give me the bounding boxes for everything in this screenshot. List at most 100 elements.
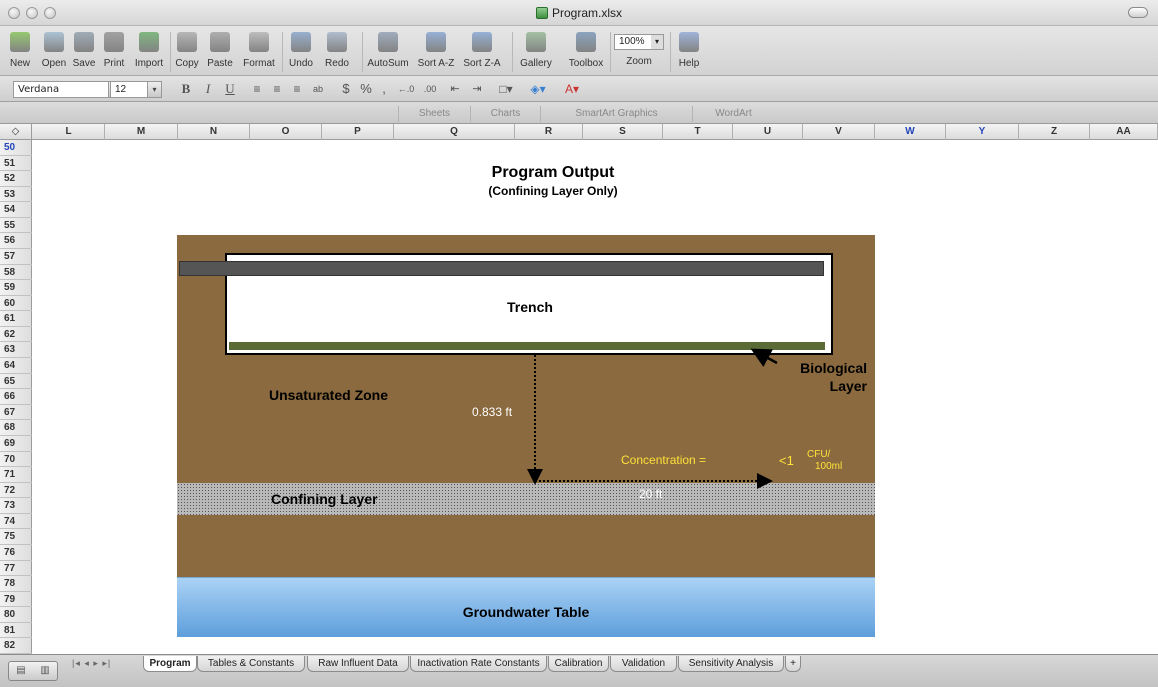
row-header-55[interactable]: 55 (0, 218, 32, 234)
fill-color-icon[interactable]: ◈▾ (524, 80, 552, 98)
comma-style-button[interactable]: , (378, 80, 390, 98)
row-header-80[interactable]: 80 (0, 607, 32, 623)
italic-button[interactable]: I (200, 80, 216, 98)
row-header-69[interactable]: 69 (0, 436, 32, 452)
row-header-54[interactable]: 54 (0, 202, 32, 218)
font-color-icon[interactable]: A▾ (558, 80, 586, 98)
add-sheet-button[interactable]: + (785, 656, 801, 672)
sheet-navigation-arrows[interactable]: |◂ ◂ ▸ ▸| (72, 658, 111, 669)
row-header-53[interactable]: 53 (0, 187, 32, 203)
sheet-tab-tables-constants[interactable]: Tables & Constants (197, 656, 305, 672)
row-header-60[interactable]: 60 (0, 296, 32, 312)
align-center-icon[interactable]: ≡ (268, 80, 286, 98)
row-header-61[interactable]: 61 (0, 311, 32, 327)
page-layout-view-icon[interactable]: ▥ (33, 662, 57, 680)
autosum-button[interactable]: AutoSum (365, 28, 411, 74)
column-header-r[interactable]: R (515, 124, 583, 140)
gallery-tab-charts[interactable]: Charts (470, 106, 540, 122)
row-header-64[interactable]: 64 (0, 358, 32, 374)
percent-button[interactable]: % (358, 80, 374, 98)
column-header-v[interactable]: V (803, 124, 875, 140)
row-header-78[interactable]: 78 (0, 576, 32, 592)
column-header-s[interactable]: S (583, 124, 663, 140)
save-button[interactable]: Save (70, 28, 98, 74)
gallery-tab-sheets[interactable]: Sheets (398, 106, 470, 122)
row-header-57[interactable]: 57 (0, 249, 32, 265)
column-header-y[interactable]: Y (946, 124, 1019, 140)
row-header-77[interactable]: 77 (0, 561, 32, 577)
column-header-o[interactable]: O (250, 124, 322, 140)
row-header-52[interactable]: 52 (0, 171, 32, 187)
font-name-field[interactable]: Verdana▾ (13, 81, 123, 98)
sheet-tab-validation[interactable]: Validation (610, 656, 677, 672)
align-right-icon[interactable]: ≡ (288, 80, 306, 98)
worksheet-grid[interactable]: Program Output (Confining Layer Only) Tr… (33, 140, 1158, 654)
normal-view-icon[interactable]: ▤ (9, 662, 33, 680)
sheet-tab-raw-influent-data[interactable]: Raw Influent Data (307, 656, 409, 672)
sheet-tab-inactivation-rate-constants[interactable]: Inactivation Rate Constants (410, 656, 547, 672)
align-left-icon[interactable]: ≡ (248, 80, 266, 98)
column-header-z[interactable]: Z (1019, 124, 1090, 140)
row-header-73[interactable]: 73 (0, 498, 32, 514)
column-header-q[interactable]: Q (394, 124, 515, 140)
gallery-button[interactable]: Gallery (515, 28, 557, 74)
decrease-decimal-icon[interactable]: .00 (420, 80, 440, 98)
print-button[interactable]: Print (99, 28, 129, 74)
column-header-p[interactable]: P (322, 124, 394, 140)
decrease-indent-icon[interactable]: ⇤ (446, 80, 464, 98)
sheet-tab-sensitivity-analysis[interactable]: Sensitivity Analysis (678, 656, 784, 672)
increase-indent-icon[interactable]: ⇥ (468, 80, 486, 98)
row-header-58[interactable]: 58 (0, 265, 32, 281)
column-header-w[interactable]: W (875, 124, 946, 140)
chevron-down-icon[interactable]: ▾ (147, 82, 161, 97)
toolbar-toggle-button[interactable] (1128, 7, 1148, 18)
row-header-79[interactable]: 79 (0, 592, 32, 608)
row-header-68[interactable]: 68 (0, 420, 32, 436)
zoom-button[interactable]: 100% Zoom (612, 28, 666, 74)
toolbox-button[interactable]: Toolbox (560, 28, 612, 74)
zoom-level-field[interactable]: 100% (614, 34, 664, 50)
column-header-t[interactable]: T (663, 124, 733, 140)
borders-icon[interactable]: □▾ (494, 80, 518, 98)
select-all-corner[interactable]: ◇ (0, 124, 32, 140)
row-header-62[interactable]: 62 (0, 327, 32, 343)
gallery-tab-wordart[interactable]: WordArt (692, 106, 774, 122)
row-header-63[interactable]: 63 (0, 342, 32, 359)
column-header-n[interactable]: N (178, 124, 250, 140)
underline-button[interactable]: U (222, 80, 238, 98)
row-header-75[interactable]: 75 (0, 529, 32, 545)
row-header-71[interactable]: 71 (0, 467, 32, 483)
sort-a-z-button[interactable]: Sort A-Z (414, 28, 458, 74)
undo-button[interactable]: Undo (284, 28, 318, 74)
wrap-text-icon[interactable]: ab (308, 80, 328, 98)
gallery-tab-smartart-graphics[interactable]: SmartArt Graphics (540, 106, 692, 122)
column-header-l[interactable]: L (33, 124, 105, 140)
font-size-field[interactable]: 12 ▾ (110, 81, 162, 98)
currency-button[interactable]: $ (338, 80, 354, 98)
redo-button[interactable]: Redo (320, 28, 354, 74)
row-header-51[interactable]: 51 (0, 156, 32, 172)
import-button[interactable]: Import (130, 28, 168, 74)
column-header-u[interactable]: U (733, 124, 803, 140)
row-header-59[interactable]: 59 (0, 280, 32, 296)
increase-decimal-icon[interactable]: ←.0 (396, 80, 416, 98)
sheet-tab-program[interactable]: Program (143, 656, 197, 672)
paste-button[interactable]: Paste (203, 28, 237, 74)
column-header-m[interactable]: M (105, 124, 178, 140)
row-header-72[interactable]: 72 (0, 483, 32, 499)
new-button[interactable]: New (3, 28, 37, 74)
row-header-66[interactable]: 66 (0, 389, 32, 405)
row-header-76[interactable]: 76 (0, 545, 32, 561)
row-header-70[interactable]: 70 (0, 452, 32, 468)
help-button[interactable]: Help (672, 28, 706, 74)
row-header-74[interactable]: 74 (0, 514, 32, 530)
sheet-tab-calibration[interactable]: Calibration (548, 656, 609, 672)
row-header-65[interactable]: 65 (0, 374, 32, 390)
row-header-81[interactable]: 81 (0, 623, 32, 639)
column-header-aa[interactable]: AA (1090, 124, 1158, 140)
sort-z-a-button[interactable]: Sort Z-A (459, 28, 505, 74)
bold-button[interactable]: B (178, 80, 194, 98)
copy-button[interactable]: Copy (172, 28, 202, 74)
row-header-50[interactable]: 50 (0, 140, 32, 156)
row-header-56[interactable]: 56 (0, 233, 32, 250)
